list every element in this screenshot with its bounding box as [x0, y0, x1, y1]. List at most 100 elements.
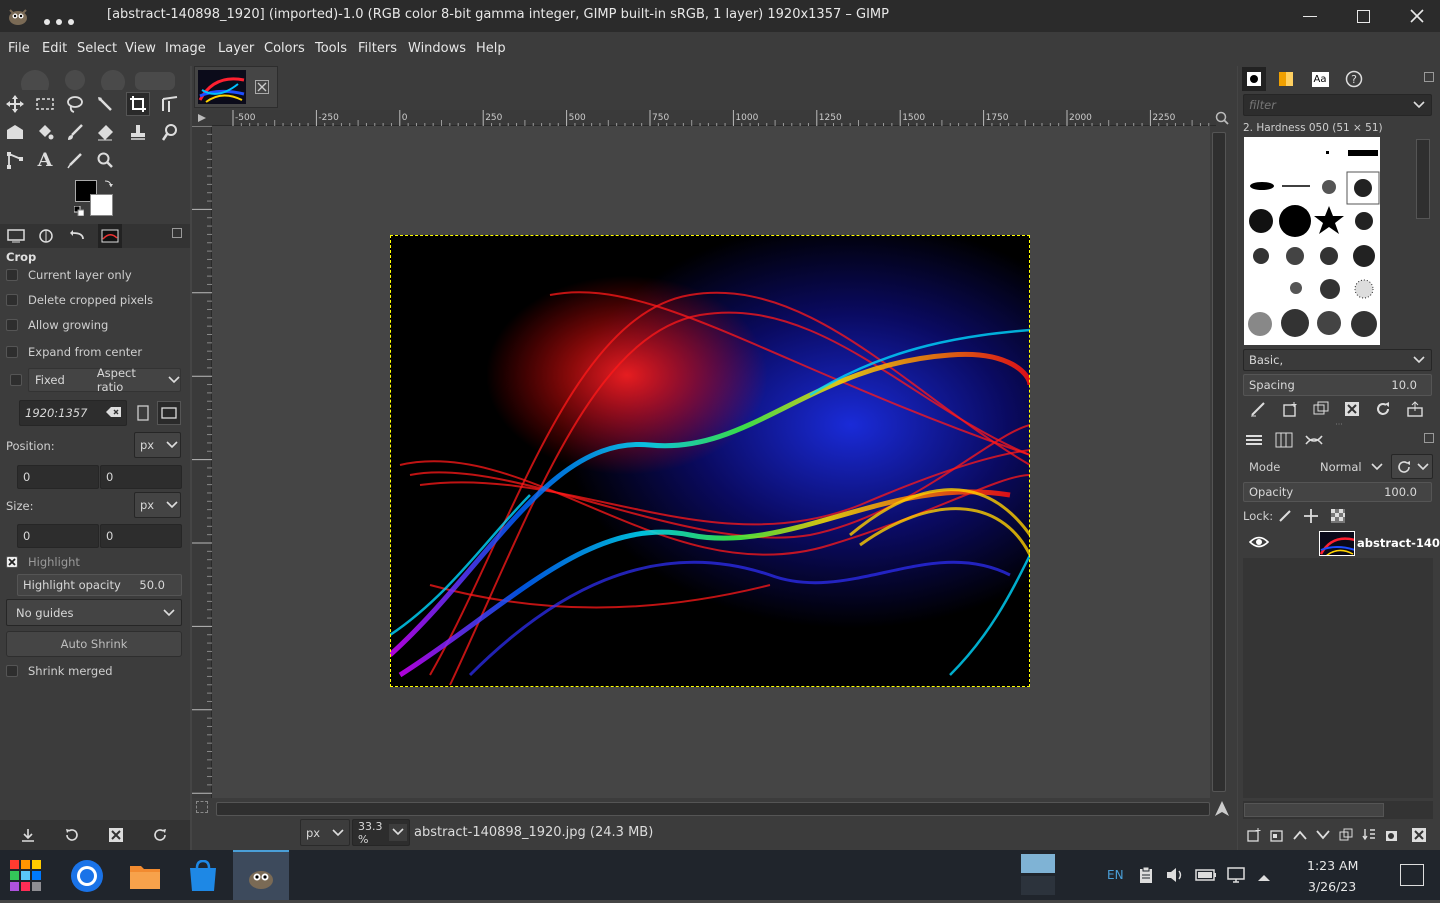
pager-desktop-2[interactable]: [1021, 876, 1055, 895]
help-tab-icon[interactable]: ?: [1342, 67, 1366, 91]
unit-dropdown[interactable]: px: [300, 819, 350, 846]
checkbox[interactable]: [6, 294, 18, 306]
layer-opacity-slider[interactable]: Opacity 100.0: [1243, 482, 1432, 502]
landscape-icon[interactable]: [157, 401, 181, 425]
panel-menu-icon[interactable]: [1424, 72, 1434, 82]
store-icon[interactable]: [188, 859, 218, 892]
fuzzy-select-icon[interactable]: [93, 92, 117, 116]
shrink-merged-option[interactable]: Shrink merged: [6, 660, 113, 682]
tray-expand-icon[interactable]: [1257, 871, 1271, 885]
image-tab[interactable]: [194, 66, 278, 108]
save-options-icon[interactable]: [16, 823, 40, 847]
bucket-fill-icon[interactable]: [33, 120, 57, 144]
dock-separator[interactable]: ···: [1238, 421, 1440, 429]
lock-position-icon[interactable]: [1299, 504, 1323, 528]
duplicate-layer-icon[interactable]: [1334, 823, 1358, 847]
brush-preset-dropdown[interactable]: Basic,: [1243, 349, 1432, 371]
highlight-option[interactable]: Highlight: [6, 551, 80, 573]
undo-history-tab-icon[interactable]: [66, 224, 90, 248]
checkbox[interactable]: [6, 269, 18, 281]
patterns-tab-icon[interactable]: [1274, 67, 1298, 91]
menu-filters[interactable]: Filters: [358, 41, 397, 56]
more-options-icon[interactable]: [44, 14, 74, 25]
portrait-icon[interactable]: [131, 401, 155, 425]
delete-cropped-option[interactable]: Delete cropped pixels: [6, 289, 153, 311]
quick-mask-toggle[interactable]: [196, 801, 208, 813]
clock-date[interactable]: 3/26/23: [1308, 879, 1356, 894]
scrollbar-thumb[interactable]: [1212, 132, 1226, 792]
size-width-input[interactable]: 0: [17, 524, 99, 548]
position-unit-dropdown[interactable]: px: [134, 432, 181, 458]
brush-as-image-icon[interactable]: [1403, 397, 1427, 421]
duplicate-brush-icon[interactable]: [1309, 397, 1333, 421]
gimp-taskbar-item[interactable]: [233, 850, 289, 900]
menu-image[interactable]: Image: [165, 41, 206, 56]
layer-name[interactable]: abstract-1408: [1357, 536, 1440, 550]
close-tab-icon[interactable]: [255, 80, 269, 94]
paintbrush-icon[interactable]: [63, 120, 87, 144]
scrollbar-thumb[interactable]: [1244, 803, 1384, 817]
raise-layer-icon[interactable]: [1288, 823, 1312, 847]
paths-tab-icon[interactable]: [1302, 428, 1326, 452]
clock-time[interactable]: 1:23 AM: [1307, 858, 1358, 873]
layer-row[interactable]: abstract-1408: [1243, 528, 1440, 558]
panel-menu-icon[interactable]: [172, 228, 182, 238]
clone-icon[interactable]: [126, 120, 150, 144]
background-color-swatch[interactable]: [90, 194, 113, 216]
menu-help[interactable]: Help: [476, 41, 506, 56]
volume-icon[interactable]: [1166, 867, 1184, 886]
rect-select-icon[interactable]: [33, 92, 57, 116]
layer-mode-dropdown[interactable]: Normal: [1314, 454, 1388, 479]
expand-center-option[interactable]: Expand from center: [6, 341, 142, 363]
checkbox-checked[interactable]: [6, 556, 18, 568]
merge-down-icon[interactable]: [1357, 823, 1381, 847]
default-colors-icon[interactable]: [73, 205, 85, 217]
lock-pixels-icon[interactable]: [1273, 504, 1297, 528]
brush-scrollbar[interactable]: [1414, 137, 1433, 345]
text-tool-icon[interactable]: A: [33, 148, 57, 172]
pager-desktop-1[interactable]: [1021, 854, 1055, 873]
show-desktop-button[interactable]: [1400, 864, 1424, 886]
layer-mask-icon[interactable]: [1380, 823, 1404, 847]
scrollbar-thumb[interactable]: [216, 802, 1210, 816]
delete-brush-icon[interactable]: [1340, 397, 1364, 421]
smudge-icon[interactable]: [158, 120, 182, 144]
panel-menu-icon[interactable]: [1424, 433, 1434, 443]
eraser-icon[interactable]: [93, 120, 117, 144]
navigate-icon[interactable]: [1213, 800, 1231, 818]
chromium-icon[interactable]: [70, 859, 104, 893]
brush-grid[interactable]: [1244, 137, 1380, 345]
tool-options-tab-icon[interactable]: [4, 224, 28, 248]
warp-transform-icon[interactable]: [3, 120, 27, 144]
menu-file[interactable]: File: [8, 41, 30, 56]
menu-select[interactable]: Select: [77, 41, 117, 56]
composite-mode-dropdown[interactable]: [1391, 454, 1433, 479]
refresh-brushes-icon[interactable]: [1371, 397, 1395, 421]
network-icon[interactable]: [1227, 866, 1245, 887]
restore-options-icon[interactable]: [60, 823, 84, 847]
size-height-input[interactable]: 0: [100, 524, 182, 548]
color-picker-icon[interactable]: [63, 148, 87, 172]
channels-tab-icon[interactable]: [1272, 428, 1296, 452]
menu-edit[interactable]: Edit: [42, 41, 67, 56]
delete-layer-icon[interactable]: [1407, 823, 1431, 847]
clear-input-icon[interactable]: [106, 406, 122, 421]
file-manager-icon[interactable]: [129, 862, 161, 890]
vertical-ruler[interactable]: [192, 125, 212, 798]
fixed-aspect-dropdown[interactable]: Fixed Aspect ratio: [28, 366, 181, 394]
swap-colors-icon[interactable]: [103, 178, 113, 188]
paths-icon[interactable]: [3, 148, 27, 172]
new-layer-icon[interactable]: [1242, 823, 1266, 847]
gimp-logo-icon[interactable]: [6, 4, 30, 28]
maximize-icon[interactable]: [1357, 10, 1370, 23]
move-tool-icon[interactable]: [3, 92, 27, 116]
zoom-input[interactable]: 33.3 %: [352, 819, 410, 846]
allow-growing-option[interactable]: Allow growing: [6, 314, 108, 336]
desktop-pager[interactable]: [1021, 854, 1055, 896]
reset-options-icon[interactable]: [148, 823, 172, 847]
zoom-tool-icon[interactable]: [93, 148, 117, 172]
size-unit-dropdown[interactable]: px: [134, 492, 181, 518]
lower-layer-icon[interactable]: [1311, 823, 1335, 847]
horizontal-ruler[interactable]: -500 -250 0 250 500 750 1000 1250 1500 1750 2000 22…: [212, 110, 1226, 126]
zoom-navigate-icon[interactable]: [1212, 110, 1232, 126]
